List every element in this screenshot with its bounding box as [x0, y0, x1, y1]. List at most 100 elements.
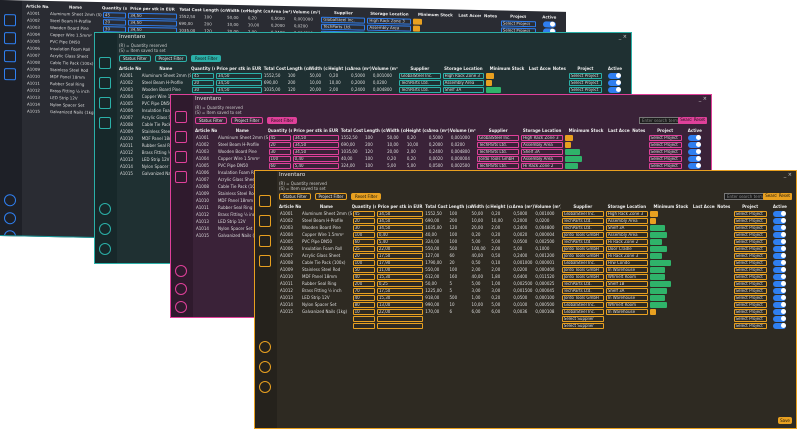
cell-input[interactable]: Jordo Tools GmbH — [477, 155, 520, 162]
table-row[interactable]: A1002 Steel Beam H-Profile 20 34,50 690,00 20… — [119, 79, 627, 86]
cell-input[interactable]: 20 — [352, 252, 375, 259]
table-cell[interactable]: TechParts Ltd. — [476, 141, 520, 148]
cell-input[interactable]: 100 — [268, 155, 291, 162]
table-cell[interactable]: 60 — [352, 238, 376, 245]
active-toggle[interactable] — [773, 273, 787, 280]
cell-input[interactable]: Hrw Condo — [605, 259, 648, 266]
column-header[interactable]: Minimum Stock — [564, 127, 608, 134]
table-cell[interactable]: Door Cradle — [605, 245, 649, 252]
table-cell[interactable]: 34,50 — [292, 141, 340, 148]
notes-cell[interactable] — [715, 252, 733, 259]
table-cell[interactable]: Whmelt Room — [605, 273, 649, 280]
table-row[interactable]: A1003 Wooden Board Pine 3034,501035,00 120 2… — [279, 224, 792, 231]
table-cell[interactable]: 25 — [352, 245, 376, 252]
column-header[interactable]: Quantity (stk) — [268, 127, 292, 134]
home-icon[interactable] — [4, 14, 16, 27]
cell-input[interactable]: 45 — [268, 134, 291, 141]
table-cell[interactable]: 34,50 — [215, 86, 263, 93]
notes-cell[interactable] — [715, 238, 733, 245]
bug-icon[interactable] — [259, 341, 271, 353]
column-header[interactable]: Last Access — [529, 65, 551, 72]
cell-input[interactable]: Jordo Tools GmbH — [561, 231, 604, 238]
document-icon[interactable] — [175, 131, 187, 143]
table-cell[interactable]: Select Project — [733, 287, 768, 294]
cell-input[interactable]: 15,30 — [376, 294, 424, 301]
table-row[interactable]: A1011 Rubber Seal Ring 2000,2550,00 5 5,00 1,… — [279, 280, 792, 287]
column-header[interactable]: Area (m²) — [428, 127, 450, 134]
table-cell[interactable]: 60 — [268, 162, 292, 169]
cell-input[interactable]: 34,50 — [292, 148, 339, 155]
table-cell[interactable]: 100 — [352, 259, 376, 266]
table-cell[interactable]: 80 — [352, 301, 376, 308]
active-toggle[interactable] — [688, 155, 702, 162]
cell-input[interactable]: 80 — [352, 301, 375, 308]
cell-input[interactable]: 10 — [352, 308, 375, 315]
active-toggle[interactable] — [773, 245, 787, 252]
document-icon[interactable] — [259, 215, 271, 227]
column-header[interactable]: Article No. — [195, 127, 217, 134]
cell-input[interactable]: 100 — [352, 231, 375, 238]
home-icon[interactable] — [175, 111, 187, 123]
cell-input[interactable]: High Rack Zone 3 — [605, 210, 648, 217]
table-cell[interactable]: 100 — [352, 231, 376, 238]
cell-input[interactable]: GlobalSteel Inc. — [561, 210, 604, 217]
cell-input[interactable]: 30 — [191, 86, 214, 93]
cell-input[interactable]: Hi Rack Zone 2 — [521, 162, 564, 169]
table-cell[interactable]: TechParts Ltd. — [561, 224, 605, 231]
table-cell[interactable]: 30 — [352, 224, 376, 231]
cell-input[interactable]: Select Project — [733, 301, 767, 308]
cell-input[interactable]: Door Cradle — [605, 245, 648, 252]
cell-input[interactable]: 34,50 — [292, 134, 339, 141]
table-cell[interactable]: Select Project — [733, 238, 768, 245]
cell-input[interactable]: 45 — [102, 11, 127, 19]
table-cell[interactable]: 45 — [191, 72, 215, 79]
cell-input[interactable]: 34,50 — [376, 224, 424, 231]
column-header[interactable]: Total Cost — [340, 127, 364, 134]
active-toggle[interactable] — [773, 210, 787, 217]
document-icon[interactable] — [99, 77, 111, 89]
cell-input[interactable] — [376, 315, 424, 322]
cell-input[interactable]: 22,00 — [376, 245, 424, 252]
table-cell[interactable]: 0,40 — [292, 155, 340, 162]
cell-input[interactable]: TechParts Ltd. — [561, 287, 604, 294]
notes-cell[interactable] — [715, 308, 733, 315]
table-cell[interactable]: Select Project — [648, 162, 683, 169]
window-controls[interactable]: _ × — [619, 34, 627, 40]
active-toggle[interactable] — [773, 266, 787, 273]
cell-input[interactable]: 34,50 — [376, 217, 424, 224]
bug-icon[interactable] — [99, 203, 111, 215]
cell-input[interactable]: TechParts Ltd. — [561, 280, 604, 287]
notes-cell[interactable] — [630, 162, 648, 169]
table-cell[interactable]: Hi Rack Zone 2 — [605, 238, 649, 245]
table-cell[interactable]: Select Project — [733, 224, 768, 231]
cell-input[interactable]: 100 — [352, 259, 375, 266]
column-header[interactable]: Length (cm) — [287, 65, 309, 72]
supplier-select[interactable]: Select Supplier — [561, 315, 604, 322]
table-cell[interactable]: 15,30 — [376, 294, 424, 301]
column-header[interactable]: Price per stk in EUR — [376, 203, 424, 210]
cell-input[interactable]: 20 — [191, 79, 214, 86]
table-cell[interactable]: 11,00 — [376, 266, 424, 273]
cell-input[interactable]: 45 — [352, 210, 375, 217]
document-icon[interactable] — [4, 32, 16, 45]
cell-input[interactable]: 20 — [268, 141, 291, 148]
cell-input[interactable]: Select Project — [569, 72, 602, 79]
table-cell[interactable]: TechParts Ltd. — [561, 280, 605, 287]
notes-cell[interactable] — [715, 245, 733, 252]
cell-input[interactable]: 5,40 — [292, 162, 339, 169]
active-toggle[interactable] — [773, 224, 787, 231]
column-header[interactable]: Storage Location — [605, 203, 649, 210]
cell-input[interactable]: 30 — [268, 148, 291, 155]
table-cell[interactable]: In Warehouse — [605, 308, 649, 315]
cell-input[interactable]: Shelf 3A — [442, 86, 485, 93]
active-toggle[interactable] — [542, 20, 556, 28]
table-cell[interactable]: Select Project — [568, 72, 603, 79]
reset-filter-button[interactable]: Reset Filter — [351, 193, 382, 200]
cell-input[interactable]: Jordo Tools GmbH — [561, 266, 604, 273]
box-icon[interactable] — [175, 171, 187, 183]
cell-input[interactable]: Select Project — [733, 210, 767, 217]
column-header[interactable]: Project — [648, 127, 683, 134]
gear-icon[interactable] — [4, 230, 16, 243]
cell-input[interactable]: In Warehouse — [605, 294, 648, 301]
cell-input[interactable]: GlobalSteel Inc. — [398, 72, 441, 79]
